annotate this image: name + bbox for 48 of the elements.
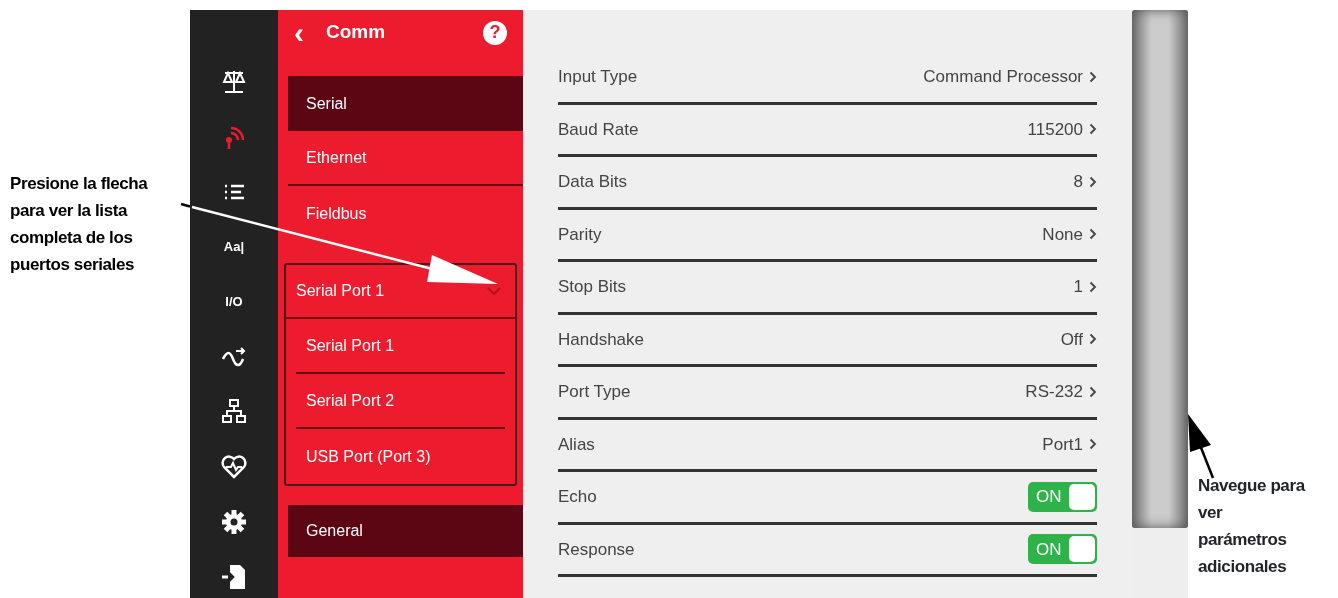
setting-label: Data Bits [558,171,628,193]
menu-item[interactable]: General [288,505,523,557]
door-exit-icon[interactable] [221,563,247,591]
chevron-right-icon [1089,228,1097,241]
panel-title: Comm [326,20,387,45]
scale-icon[interactable] [221,68,247,96]
setting-value[interactable]: 1 [1073,274,1097,300]
setting-label: Parity [558,223,603,246]
setting-label: Baud Rate [558,118,640,141]
setting-value[interactable]: Off [1060,326,1097,352]
dropdown-option[interactable]: USB Port (Port 3) [286,429,515,484]
dropdown-option[interactable]: Serial Port 2 [296,374,505,429]
setting-label: Input Type [558,66,639,88]
setting-label: Alias [558,433,596,456]
back-button[interactable]: ‹ [294,17,304,48]
setting-label: Echo [558,486,598,508]
menu-item[interactable]: Serial [288,76,523,131]
help-button[interactable]: ? [483,20,507,45]
setting-label: Port Type [558,381,632,403]
annotation-text: Navegue para ver parámetros adicionales [1198,475,1305,578]
chevron-right-icon [1089,385,1097,398]
setting-label: Stop Bits [558,276,628,298]
scrollbar-thumb[interactable] [1132,10,1188,528]
chevron-down-icon [487,286,501,296]
setting-label: Handshake [558,328,645,351]
setting-value[interactable]: 115200 [1027,116,1097,142]
chevron-right-icon [1089,333,1097,346]
setting-value[interactable]: None [1042,221,1097,247]
menu-item[interactable]: Fieldbus [288,186,523,241]
io-icon[interactable]: I/O [221,288,247,316]
settings-icon[interactable] [221,508,247,536]
chevron-right-icon [1089,123,1097,136]
chevron-right-icon [1089,438,1097,451]
setting-label: Response [558,538,636,561]
leader-line [180,202,191,208]
setting-value[interactable]: 8 [1073,169,1097,195]
setting-value[interactable]: Command Processor [923,64,1097,90]
setting-value[interactable]: Port1 [1042,431,1097,457]
heart-icon[interactable] [221,453,247,481]
text-icon[interactable]: Aa| [221,233,247,261]
chevron-right-icon [1089,280,1097,293]
dropdown-option[interactable]: Serial Port 1 [296,319,505,374]
setting-value[interactable]: RS-232 [1025,379,1097,405]
annotation-text: Presione la flecha para ver la lista completa de los puertos seriales [10,173,148,276]
network-icon[interactable] [221,398,247,426]
chevron-right-icon [1089,175,1097,188]
pointer-arrow [1188,414,1215,479]
chevron-right-icon [1089,70,1097,83]
